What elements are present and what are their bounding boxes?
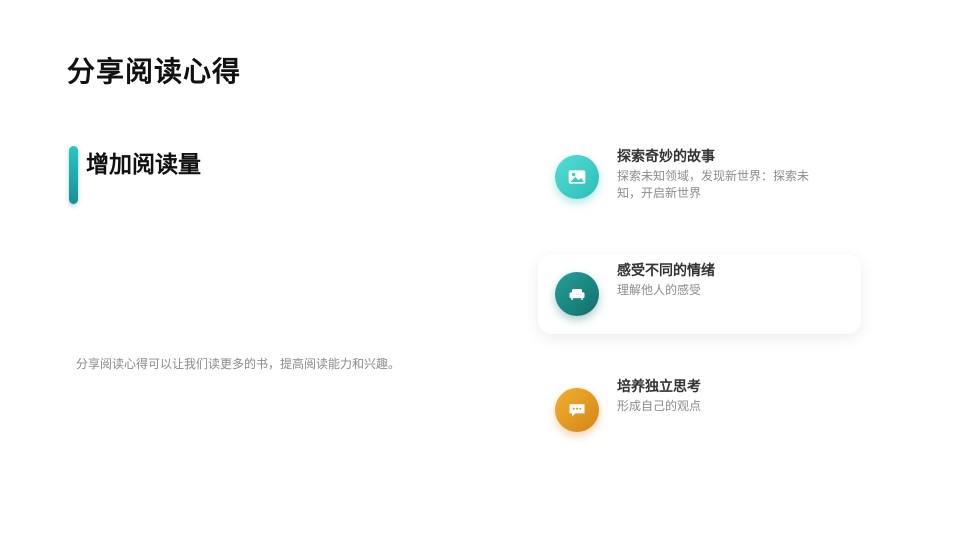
feature-card-explore-stories: 探索奇妙的故事 探索未知领域，发现新世界：探索未知，开启新世界 [538,138,861,218]
feature-title: 探索奇妙的故事 [617,149,715,165]
feature-icon-circle [555,155,599,199]
section-summary: 分享阅读心得可以让我们读更多的书，提高阅读能力和兴趣。 [76,357,401,371]
page-title: 分享阅读心得 [67,55,242,88]
section-title: 增加阅读量 [86,152,201,178]
feature-title: 感受不同的情绪 [617,263,715,279]
chat-bubble-icon [569,404,585,417]
section-accent-bar [69,146,78,204]
armchair-icon [569,289,585,300]
feature-icon-circle [555,272,599,316]
feature-description: 形成自己的观点 [617,399,702,413]
image-icon [568,170,586,184]
feature-icon-circle [555,388,599,432]
feature-description: 理解他人的感受 [617,283,702,297]
feature-card-independent-thinking: 培养独立思考 形成自己的观点 [538,370,861,450]
feature-description: 探索未知领域，发现新世界：探索未知，开启新世界 [617,169,810,200]
feature-card-feel-emotions: 感受不同的情绪 理解他人的感受 [538,254,861,334]
feature-title: 培养独立思考 [617,379,701,395]
